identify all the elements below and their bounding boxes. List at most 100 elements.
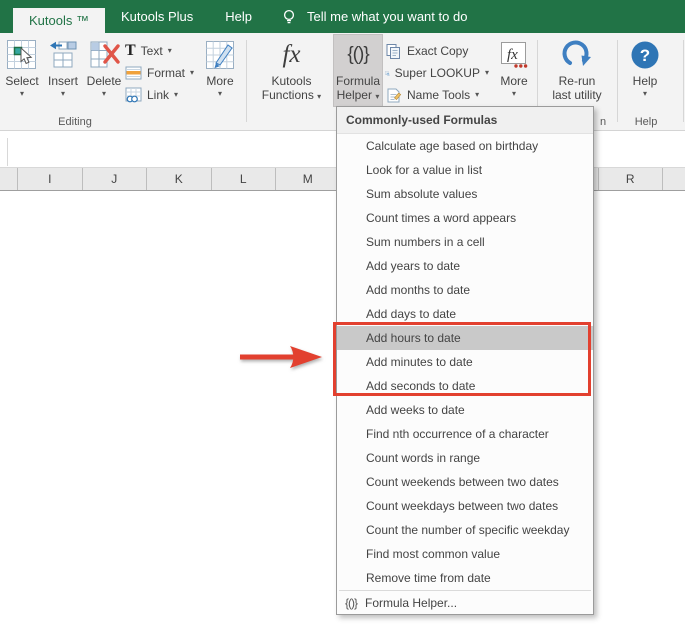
delete-label: Delete	[86, 74, 122, 88]
insert-icon	[46, 35, 80, 75]
name-tools-button[interactable]: Name Tools ▾	[385, 84, 489, 106]
more-formula-button[interactable]: fx More ▾	[492, 35, 536, 107]
formula-helper-label: Formula	[335, 74, 380, 88]
menu-item-find-most-common[interactable]: Find most common value	[337, 542, 593, 566]
column-header[interactable]	[0, 168, 18, 190]
formula-helper-button[interactable]: {()} Formula Helper ▾	[333, 34, 383, 107]
column-header[interactable]: R	[599, 168, 663, 190]
tab-kutools-label: Kutools ™	[29, 13, 89, 28]
column-header[interactable]: I	[18, 168, 83, 190]
chevron-down-icon: ▾	[475, 90, 480, 99]
column-header[interactable]: L	[212, 168, 276, 190]
fx-icon: fx	[282, 41, 301, 68]
menu-item-sum-absolute[interactable]: Sum absolute values	[337, 182, 593, 206]
menu-item-formula-helper[interactable]: {()} Formula Helper...	[337, 591, 593, 614]
formula-helper-icon: {()}	[345, 595, 358, 610]
column-header[interactable]: K	[147, 168, 212, 190]
menu-item-add-weeks[interactable]: Add weeks to date	[337, 398, 593, 422]
annotation-arrow-icon	[240, 346, 322, 368]
exact-copy-button[interactable]: Exact Copy	[385, 40, 489, 62]
name-tools-icon	[387, 88, 402, 102]
menu-item-count-weekdays[interactable]: Count weekdays between two dates	[337, 494, 593, 518]
chevron-down-icon: ▾	[101, 88, 106, 98]
menu-item-count-specific-weekday[interactable]: Count the number of specific weekday	[337, 518, 593, 542]
exact-copy-label: Exact Copy	[407, 44, 469, 58]
text-label: Text	[140, 44, 163, 58]
menu-item-count-word-appears[interactable]: Count times a word appears	[337, 206, 593, 230]
insert-button[interactable]: Insert ▾	[43, 35, 83, 107]
column-header[interactable]: M	[276, 168, 341, 190]
format-icon	[125, 66, 142, 80]
menu-item-look-for-value[interactable]: Look for a value in list	[337, 158, 593, 182]
tab-kutools-plus[interactable]: Kutools Plus	[105, 0, 209, 33]
delete-button[interactable]: Delete ▾	[84, 35, 124, 107]
chevron-down-icon: ▾	[19, 88, 24, 98]
tab-help-label: Help	[225, 9, 252, 24]
copy-icon	[386, 43, 400, 59]
menu-item-sum-numbers-cell[interactable]: Sum numbers in a cell	[337, 230, 593, 254]
ribbon-tab-bar: Kutools ™ Kutools Plus Help Tell me what…	[0, 0, 685, 33]
annotation-highlight-box	[333, 322, 591, 396]
super-lookup-label: Super LOOKUP	[394, 66, 480, 80]
menu-item-add-months[interactable]: Add months to date	[337, 278, 593, 302]
more-editing-button[interactable]: More ▾	[197, 35, 243, 107]
chevron-down-icon: ▾	[484, 68, 489, 77]
fx-box-icon: fx	[499, 35, 529, 75]
menu-item-calculate-age[interactable]: Calculate age based on birthday	[337, 134, 593, 158]
rerun-label2: last utility	[552, 87, 602, 102]
name-tools-label: Name Tools	[407, 88, 471, 102]
help-button[interactable]: ? Help ▾	[622, 35, 668, 107]
select-button[interactable]: Select ▾	[1, 35, 43, 107]
menu-item-count-weekends[interactable]: Count weekends between two dates	[337, 470, 593, 494]
kutools-functions-label2: Functions	[261, 87, 314, 102]
grid-pencil-icon	[203, 35, 237, 75]
menu-section-header: Commonly-used Formulas	[337, 107, 593, 134]
tell-me-box[interactable]: Tell me what you want to do	[268, 0, 467, 33]
menu-item-remove-time[interactable]: Remove time from date	[337, 566, 593, 590]
tell-me-label: Tell me what you want to do	[307, 9, 468, 24]
menu-item-add-years[interactable]: Add years to date	[337, 254, 593, 278]
text-icon: T	[125, 42, 136, 59]
tab-help[interactable]: Help	[209, 0, 268, 33]
formula-helper-label2: Helper	[336, 87, 372, 102]
lightbulb-icon	[283, 9, 295, 23]
group-label-help: Help	[634, 116, 658, 128]
rerun-last-utility-button[interactable]: Re-run last utility	[541, 35, 613, 107]
chevron-down-icon: ▾	[217, 88, 222, 98]
help-question-icon: ?	[630, 35, 660, 75]
chevron-down-icon: ▾	[317, 91, 322, 101]
formula-helper-icon: {()}	[347, 44, 369, 65]
format-label: Format	[147, 66, 186, 80]
menu-item-count-words-range[interactable]: Count words in range	[337, 446, 593, 470]
group-separator	[617, 40, 618, 122]
chevron-down-icon: ▾	[190, 68, 195, 77]
delete-icon	[87, 35, 121, 75]
menu-item-find-nth-occurrence[interactable]: Find nth occurrence of a character	[337, 422, 593, 446]
kutools-functions-label: Kutools	[271, 74, 312, 88]
kutools-functions-button[interactable]: fx Kutools Functions ▾	[252, 35, 331, 107]
svg-text:fx: fx	[507, 47, 518, 63]
super-lookup-button[interactable]: Super LOOKUP ▾	[385, 62, 489, 84]
lookup-magnifier-icon	[385, 70, 390, 76]
group-separator	[683, 40, 684, 122]
menu-item-formula-helper-label: Formula Helper...	[365, 595, 458, 610]
insert-label: Insert	[47, 74, 78, 88]
column-header[interactable]: J	[83, 168, 147, 190]
help-label: Help	[632, 74, 658, 88]
select-label: Select	[5, 74, 39, 88]
column-header[interactable]	[663, 168, 685, 190]
formula-bar-divider	[7, 138, 8, 166]
link-label: Link	[147, 88, 170, 102]
svg-text:?: ?	[640, 46, 650, 65]
group-separator	[246, 40, 247, 122]
link-icon	[125, 87, 142, 103]
more-formula-label: More	[500, 74, 528, 88]
group-label-editing: Editing	[58, 116, 92, 128]
select-icon	[5, 35, 39, 75]
tab-kutools[interactable]: Kutools ™	[13, 8, 105, 33]
more-editing-label: More	[206, 74, 234, 88]
chevron-down-icon: ▾	[642, 88, 647, 98]
chevron-down-icon: ▾	[375, 91, 380, 101]
chevron-down-icon: ▾	[174, 90, 179, 99]
redo-arrow-icon	[560, 35, 594, 75]
